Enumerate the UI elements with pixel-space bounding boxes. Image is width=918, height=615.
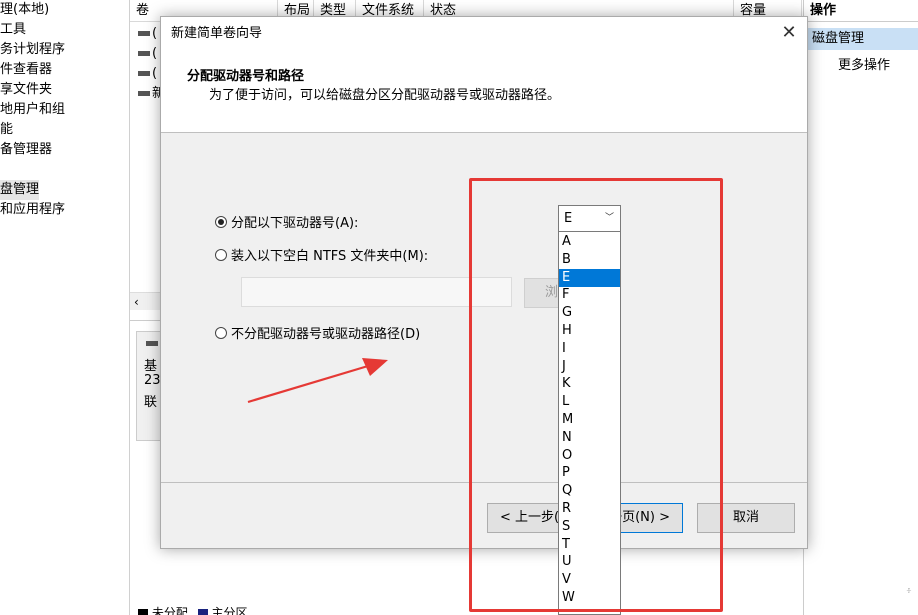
volume-icon <box>138 71 150 76</box>
wizard-step-description: 为了便于访问，可以给磁盘分区分配驱动器号或驱动器路径。 <box>209 88 561 103</box>
scroll-left-icon[interactable]: ‹ <box>134 293 139 311</box>
drive-letter-option[interactable]: R <box>559 500 620 518</box>
actions-pane: 操作 磁盘管理 更多操作 <box>803 0 918 615</box>
wizard-header: 分配驱动器号和路径 为了便于访问，可以给磁盘分区分配驱动器号或驱动器路径。 <box>161 51 807 133</box>
legend-primary-swatch <box>197 608 208 615</box>
tree-item-disk-management[interactable]: 盘管理 <box>0 180 40 200</box>
radio-off-icon[interactable] <box>215 327 227 339</box>
radio-label: 不分配驱动器号或驱动器路径(D) <box>231 327 421 342</box>
volume-row[interactable]: ( <box>138 24 157 44</box>
legend-unallocated-swatch <box>138 608 148 615</box>
drive-letter-dropdown[interactable]: ABEFGHIJKLMNOPQRSTUVW <box>558 231 621 615</box>
wizard-title: 新建简单卷向导 <box>171 26 263 41</box>
volume-name: ( <box>152 26 158 41</box>
drive-letter-option[interactable]: L <box>559 393 620 411</box>
legend-unallocated-label: 未分配 <box>151 606 188 615</box>
tree-item-computer-management[interactable]: 理(本地) <box>0 0 49 20</box>
drive-letter-value: E <box>564 211 573 226</box>
drive-letter-option[interactable]: M <box>559 411 620 429</box>
radio-assign-drive-letter[interactable]: 分配以下驱动器号(A): <box>215 214 358 234</box>
volume-icon <box>138 31 150 36</box>
edge-glyph: ፥ <box>906 584 912 597</box>
drive-letter-option[interactable]: N <box>559 429 620 447</box>
drive-letter-option[interactable]: O <box>559 447 620 465</box>
disk-info-line: 基 <box>144 359 158 374</box>
volume-icon <box>138 51 150 56</box>
radio-no-drive-letter[interactable]: 不分配驱动器号或驱动器路径(D) <box>215 325 420 345</box>
radio-label: 分配以下驱动器号(A): <box>231 216 359 231</box>
disk-info-line: 联 <box>144 395 158 410</box>
disk-management-window: 理(本地) 工具 务计划程序 件查看器 享文件夹 地用户和组 能 备管理器 盘管… <box>0 0 918 615</box>
tree-item-system-tools[interactable]: 工具 <box>0 20 26 40</box>
action-more-actions[interactable]: 更多操作 <box>838 55 890 77</box>
disk-icon <box>146 341 158 346</box>
close-icon[interactable]: ✕ <box>777 21 801 45</box>
drive-letter-combo[interactable]: E ﹀ <box>558 205 621 232</box>
console-tree: 理(本地) 工具 务计划程序 件查看器 享文件夹 地用户和组 能 备管理器 盘管… <box>0 0 130 615</box>
tree-item-performance[interactable]: 能 <box>0 120 13 140</box>
drive-letter-option[interactable]: J <box>559 358 620 376</box>
volume-row[interactable]: ( <box>138 64 157 84</box>
drive-letter-option[interactable]: G <box>559 304 620 322</box>
chevron-down-icon[interactable]: ﹀ <box>605 206 614 231</box>
volume-name: ( <box>152 66 158 81</box>
new-simple-volume-wizard: 新建简单卷向导 ✕ 分配驱动器号和路径 为了便于访问，可以给磁盘分区分配驱动器号… <box>160 16 808 549</box>
drive-letter-option[interactable]: K <box>559 375 620 393</box>
drive-letter-option[interactable]: V <box>559 571 620 589</box>
drive-letter-option[interactable]: S <box>559 518 620 536</box>
drive-letter-option[interactable]: F <box>559 286 620 304</box>
volume-name: ( <box>152 46 158 61</box>
wizard-step-title: 分配驱动器号和路径 <box>187 69 305 84</box>
drive-letter-option[interactable]: I <box>559 340 620 358</box>
drive-letter-option[interactable]: T <box>559 536 620 554</box>
radio-mount-ntfs-folder[interactable]: 装入以下空白 NTFS 文件夹中(M): <box>215 247 428 267</box>
disk-info-line: 23 <box>144 373 161 388</box>
drive-letter-option[interactable]: P <box>559 464 620 482</box>
tree-item-shared-folders[interactable]: 享文件夹 <box>0 80 52 100</box>
ntfs-folder-path-input[interactable] <box>241 277 512 307</box>
tree-item-services-apps[interactable]: 和应用程序 <box>0 200 65 220</box>
tree-item-task-scheduler[interactable]: 务计划程序 <box>0 40 65 60</box>
radio-label: 装入以下空白 NTFS 文件夹中(M): <box>231 249 429 264</box>
radio-on-icon[interactable] <box>215 216 227 228</box>
tree-item-device-manager[interactable]: 备管理器 <box>0 140 52 160</box>
disk-legend: 未分配 主分区 <box>138 604 248 615</box>
tree-item-local-users-groups[interactable]: 地用户和组 <box>0 100 65 120</box>
volume-icon <box>138 91 150 96</box>
drive-letter-option[interactable]: W <box>559 589 620 607</box>
actions-title: 操作 <box>804 0 918 22</box>
drive-letter-option[interactable]: A <box>559 233 620 251</box>
drive-letter-option[interactable]: B <box>559 251 620 269</box>
action-disk-management[interactable]: 磁盘管理 <box>804 28 918 50</box>
drive-letter-option[interactable]: H <box>559 322 620 340</box>
drive-letter-option[interactable]: E <box>559 268 620 287</box>
tree-item-event-viewer[interactable]: 件查看器 <box>0 60 52 80</box>
cancel-button[interactable]: 取消 <box>697 503 795 533</box>
radio-off-icon[interactable] <box>215 249 227 261</box>
wizard-titlebar: 新建简单卷向导 ✕ <box>161 17 807 51</box>
legend-primary-label: 主分区 <box>211 606 248 615</box>
drive-letter-option[interactable]: Q <box>559 482 620 500</box>
drive-letter-option[interactable]: U <box>559 553 620 571</box>
wizard-divider <box>161 482 807 483</box>
volume-row[interactable]: ( <box>138 44 157 64</box>
